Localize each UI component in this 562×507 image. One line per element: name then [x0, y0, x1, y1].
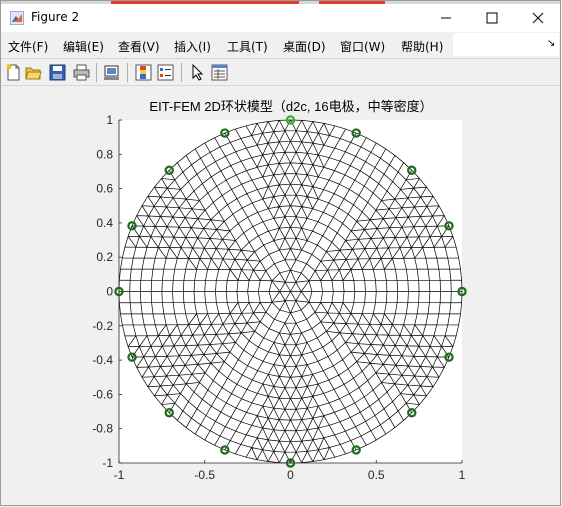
title-bar: Figure 2 — [1, 4, 560, 32]
maximize-button[interactable] — [469, 4, 515, 32]
y-tick-label: -0.4 — [92, 353, 113, 367]
y-tick-label: -0.8 — [92, 422, 113, 436]
print-icon[interactable] — [73, 64, 90, 81]
edit-plot-pointer-icon[interactable] — [189, 64, 206, 81]
x-tick-label: 0 — [287, 468, 294, 482]
save-icon[interactable] — [49, 64, 66, 81]
toolbar — [1, 58, 560, 86]
x-tick-label: 1 — [459, 468, 466, 482]
minimize-icon — [441, 17, 451, 19]
toolbar-separator — [127, 63, 128, 82]
menu-edit[interactable]: 编辑(E) — [63, 38, 104, 55]
maximize-icon — [486, 12, 498, 24]
menu-overflow-arrow[interactable]: ↘ — [547, 38, 555, 49]
y-tick-label: 0.8 — [96, 147, 113, 161]
menu-tools[interactable]: 工具(T) — [227, 38, 268, 55]
toolbar-separator — [96, 63, 97, 82]
minimize-button[interactable] — [423, 4, 469, 32]
figure-area: -1 -0.5 0 0.5 1 1 0.8 0.6 0.4 0.2 0 -0.2 -0.4 -0.6 -0.… — [1, 87, 561, 506]
property-inspector-icon[interactable] — [211, 64, 228, 81]
open-file-icon[interactable] — [25, 64, 42, 81]
link-plot-icon[interactable] — [103, 64, 120, 81]
y-tick-label: 0.4 — [96, 216, 113, 230]
x-tick-label: -0.5 — [194, 468, 215, 482]
y-tick-label: 0.2 — [96, 250, 113, 264]
y-tick-label: 0.6 — [96, 182, 113, 196]
x-tick-label: -1 — [114, 468, 125, 482]
menu-file[interactable]: 文件(F) — [8, 38, 48, 55]
figure-window: Figure 2 文件(F) 编辑(E) 查看(V) 插入(I) 工具(T) 桌… — [0, 0, 561, 506]
menu-empty-area — [453, 33, 559, 56]
toolbar-separator — [181, 63, 182, 82]
menu-help[interactable]: 帮助(H) — [401, 38, 443, 55]
menu-insert[interactable]: 插入(I) — [174, 38, 211, 55]
y-tick-label: -0.6 — [92, 387, 113, 401]
close-icon — [532, 12, 544, 24]
y-tick-label: 0 — [106, 285, 113, 299]
window-title: Figure 2 — [31, 10, 80, 24]
menu-bar: 文件(F) 编辑(E) 查看(V) 插入(I) 工具(T) 桌面(D) 窗口(W… — [1, 32, 560, 58]
y-tick-label: -1 — [102, 456, 113, 470]
y-tick-label: 1 — [106, 113, 113, 127]
x-tick-label: 0.5 — [368, 468, 385, 482]
chart-title: EIT-FEM 2D环状模型（d2c, 16电极，中等密度） — [149, 99, 432, 114]
insert-legend-icon[interactable] — [157, 64, 174, 81]
y-tick-label: -0.2 — [92, 319, 113, 333]
insert-colorbar-icon[interactable] — [135, 64, 152, 81]
fem-mesh-plot[interactable]: -1 -0.5 0 0.5 1 1 0.8 0.6 0.4 0.2 0 -0.2 -0.4 -0.6 -0.… — [1, 87, 561, 506]
matlab-logo-icon — [10, 11, 24, 25]
close-button[interactable] — [515, 4, 560, 32]
menu-desktop[interactable]: 桌面(D) — [283, 38, 326, 55]
menu-window[interactable]: 窗口(W) — [340, 38, 385, 55]
menu-view[interactable]: 查看(V) — [118, 38, 160, 55]
new-figure-icon[interactable] — [5, 64, 22, 81]
